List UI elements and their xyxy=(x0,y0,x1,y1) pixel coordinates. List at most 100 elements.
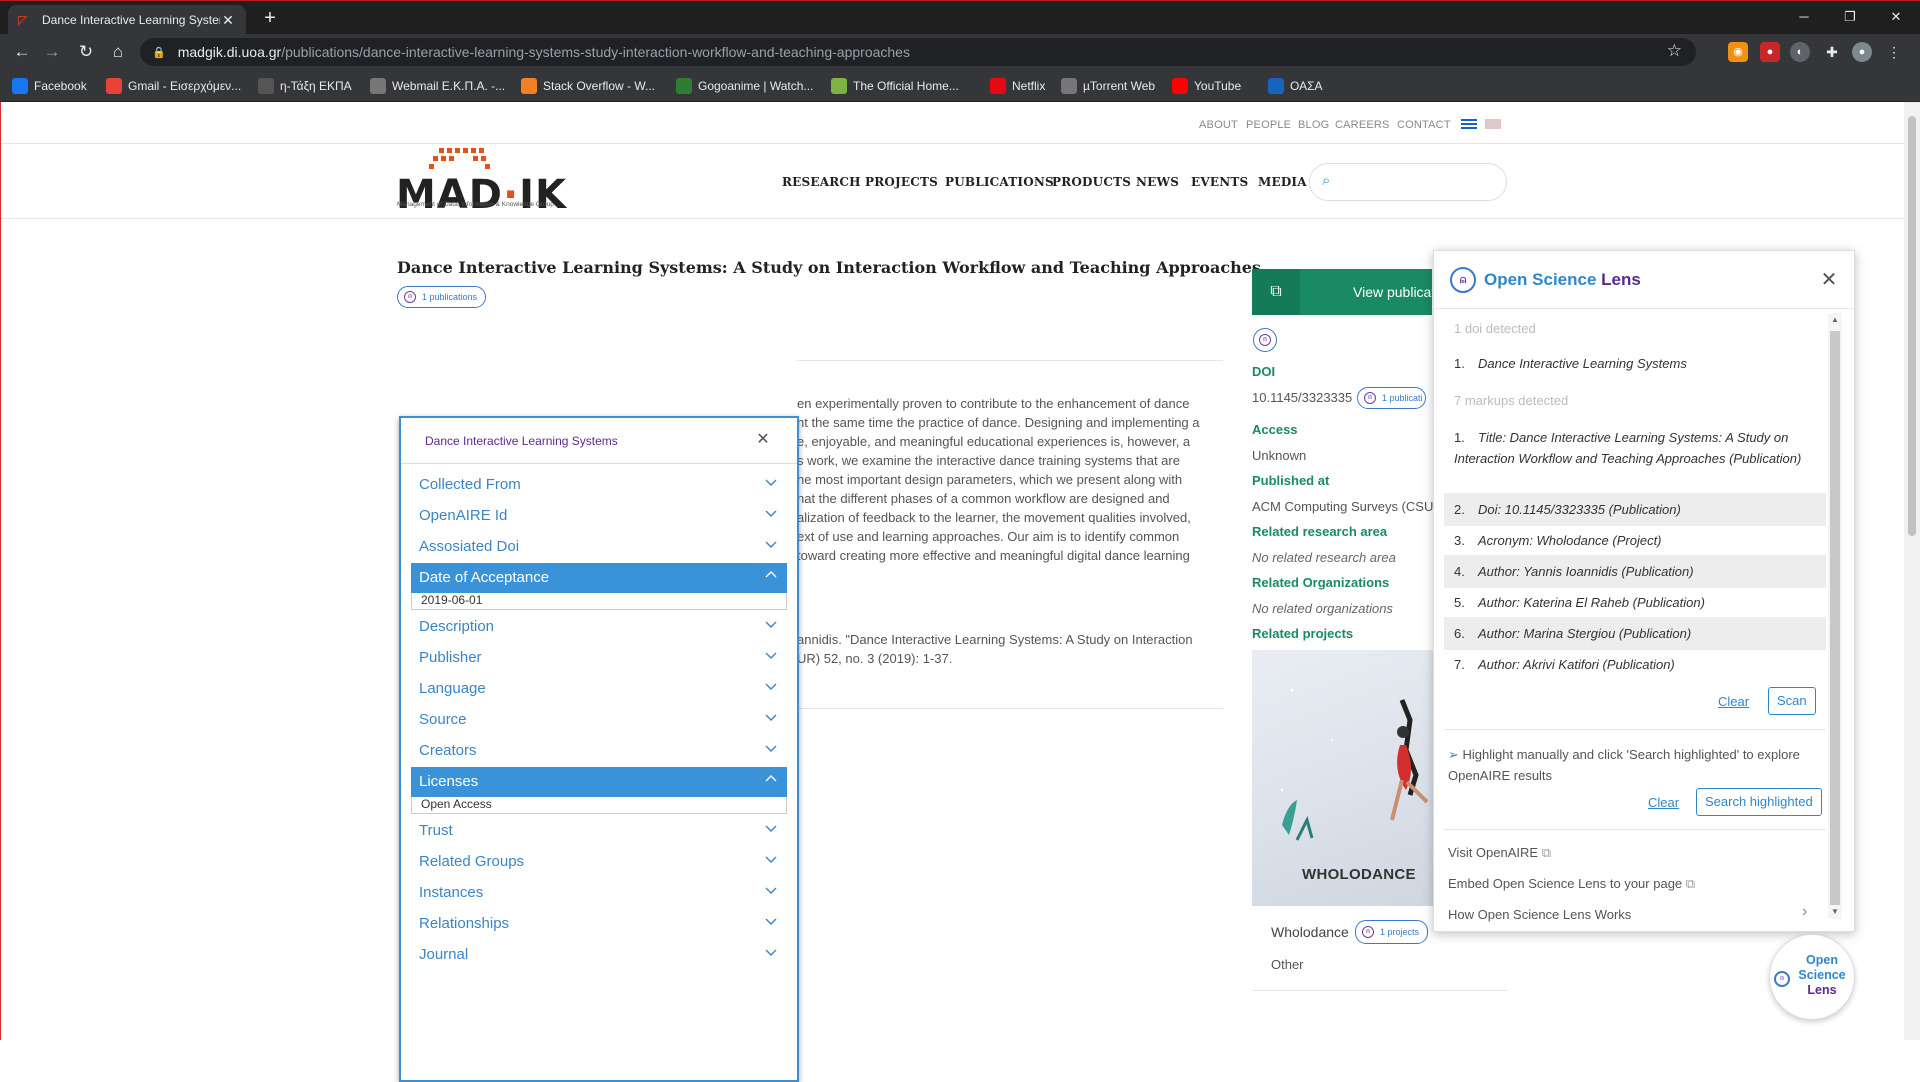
markup-item[interactable]: 2. Doi: 10.1145/3323335 (Publication) xyxy=(1444,493,1826,526)
bookmark-1[interactable]: Gmail - Εισερχόμεν... xyxy=(106,77,241,95)
visit-openaire-link[interactable]: Visit OpenAIRE ⧉ xyxy=(1448,845,1551,861)
markup-item[interactable]: 5. Author: Katerina El Raheb (Publication… xyxy=(1444,586,1826,619)
accordion-language[interactable]: Language xyxy=(411,674,787,704)
accordion-journal[interactable]: Journal xyxy=(411,940,787,970)
bookmark-5[interactable]: Gogoanime | Watch... xyxy=(676,77,813,95)
accordion-relationships[interactable]: Relationships xyxy=(411,909,787,939)
close-tab-icon[interactable]: ✕ xyxy=(220,12,236,29)
markup-item[interactable]: 6. Author: Marina Stergiou (Publication) xyxy=(1444,617,1826,650)
osl-brand: Open Science Lens xyxy=(1484,270,1641,290)
logo-dot xyxy=(455,148,460,153)
bookmark-4[interactable]: Stack Overflow - W... xyxy=(521,77,655,95)
view-publication-button[interactable]: ⧉ View publicat xyxy=(1252,269,1435,315)
back-icon[interactable]: ← xyxy=(10,40,34,64)
bookmark-2[interactable]: η-Τάξη ΕΚΠΑ xyxy=(258,77,352,95)
accordion-licenses[interactable]: Licenses xyxy=(411,767,787,797)
accordion-publisher[interactable]: Publisher xyxy=(411,643,787,673)
project-image[interactable]: WHOLODANCE xyxy=(1252,650,1436,906)
home-icon[interactable]: ⌂ xyxy=(106,40,130,64)
accordion-openaire-id[interactable]: OpenAIRE Id xyxy=(411,501,787,531)
greek-flag-icon[interactable] xyxy=(1461,119,1477,129)
publications-badge[interactable]: ⍝ 1 publications xyxy=(397,286,487,308)
project-name[interactable]: Wholodance xyxy=(1271,924,1349,940)
accordion-creators[interactable]: Creators xyxy=(411,736,787,766)
site-logo[interactable]: MAD·IK xyxy=(396,172,567,218)
close-icon[interactable]: ✕ xyxy=(751,428,775,452)
address-bar[interactable]: 🔒 madgik.di.uoa.gr/publications/dance-in… xyxy=(140,38,1696,66)
menu-icon[interactable]: ⋮ xyxy=(1884,42,1904,62)
accordion-related-groups[interactable]: Related Groups xyxy=(411,847,787,877)
nav-publications[interactable]: PUBLICATIONS xyxy=(945,175,1054,189)
accordion-date-of-acceptance[interactable]: Date of Acceptance xyxy=(411,563,787,593)
accordion-description[interactable]: Description xyxy=(411,612,787,642)
forward-icon[interactable]: → xyxy=(40,40,64,64)
close-window-icon[interactable]: ✕ xyxy=(1876,5,1916,29)
accordion-collected-from[interactable]: Collected From xyxy=(411,470,787,500)
extension-badge-icon[interactable]: ● xyxy=(1760,42,1780,62)
osl-scrollbar[interactable]: ▲ ▼ xyxy=(1828,313,1842,919)
accordion-assosiated-doi[interactable]: Assosiated Doi xyxy=(411,532,787,562)
scroll-thumb[interactable] xyxy=(1830,331,1840,905)
bookmark-3[interactable]: Webmail Ε.Κ.Π.Α. -... xyxy=(370,77,505,95)
open-science-lens-fab[interactable]: ⍝ Open Science Lens xyxy=(1769,934,1855,1020)
clear-button[interactable]: Clear xyxy=(1718,694,1749,709)
uk-flag-icon[interactable] xyxy=(1485,119,1501,129)
accordion-label: OpenAIRE Id xyxy=(419,507,508,524)
lens-icon: ⍝ xyxy=(1362,926,1374,938)
doi-publications-badge[interactable]: ⍝ 1 publicati xyxy=(1357,387,1426,409)
toplink-contact[interactable]: CONTACT xyxy=(1397,119,1451,131)
minimize-icon[interactable]: ─ xyxy=(1784,5,1824,29)
nav-research[interactable]: RESEARCH xyxy=(782,175,861,189)
markup-item[interactable]: 7. Author: Akrivi Katifori (Publication) xyxy=(1444,648,1826,681)
scroll-thumb[interactable] xyxy=(1908,116,1916,536)
accordion-trust[interactable]: Trust xyxy=(411,816,787,846)
bookmark-0[interactable]: Facebook xyxy=(12,77,87,95)
close-icon[interactable]: ✕ xyxy=(1818,269,1840,291)
nav-projects[interactable]: PROJECTS xyxy=(865,175,938,189)
toplink-blog[interactable]: BLOG xyxy=(1298,119,1329,131)
doi-item[interactable]: 1. Dance Interactive Learning Systems xyxy=(1444,347,1826,380)
markup-item[interactable]: 3. Acronym: Wholodance (Project) xyxy=(1444,524,1826,557)
projects-badge[interactable]: ⍝ 1 projects xyxy=(1355,920,1429,944)
toplink-people[interactable]: PEOPLE xyxy=(1246,119,1291,131)
extension-icon[interactable]: ◐ xyxy=(1790,42,1810,62)
scroll-up-icon[interactable]: ▲ xyxy=(1828,313,1842,327)
search-highlighted-button[interactable]: Search highlighted xyxy=(1696,788,1822,816)
bookmark-8[interactable]: µTorrent Web xyxy=(1061,77,1155,95)
nav-media[interactable]: MEDIA xyxy=(1258,175,1307,189)
scroll-down-icon[interactable]: ▼ xyxy=(1828,905,1842,919)
accordion-instances[interactable]: Instances xyxy=(411,878,787,908)
nav-events[interactable]: EVENTS xyxy=(1191,175,1248,189)
puzzle-icon[interactable]: ✚ xyxy=(1822,42,1842,62)
chevron-down-icon xyxy=(765,856,777,863)
accordion-source[interactable]: Source xyxy=(411,705,787,735)
bookmark-9[interactable]: YouTube xyxy=(1172,77,1241,95)
toplink-about[interactable]: ABOUT xyxy=(1199,119,1238,131)
chevron-down-icon xyxy=(765,652,777,659)
nav-products[interactable]: PRODUCTS xyxy=(1052,175,1131,189)
embed-link[interactable]: Embed Open Science Lens to your page ⧉ xyxy=(1448,876,1695,892)
browser-tab[interactable]: ◸ Dance Interactive Learning Systen ✕ xyxy=(8,5,246,35)
site-search-input[interactable]: ⌕ xyxy=(1309,163,1507,201)
page-scrollbar[interactable] xyxy=(1904,102,1920,1040)
reload-icon[interactable]: ↻ xyxy=(74,40,98,64)
clear-highlighted-button[interactable]: Clear xyxy=(1648,795,1679,810)
bookmark-7[interactable]: Netflix xyxy=(990,77,1045,95)
markup-item[interactable]: 1. Title: Dance Interactive Learning Syst… xyxy=(1444,421,1826,475)
profile-avatar[interactable]: ● xyxy=(1852,42,1872,62)
new-tab-button[interactable]: + xyxy=(258,7,282,31)
research-area-value: No related research area xyxy=(1252,550,1396,565)
chevron-down-icon xyxy=(765,887,777,894)
bookmark-6[interactable]: The Official Home... xyxy=(831,77,959,95)
scan-button[interactable]: Scan xyxy=(1768,687,1816,715)
rss-icon[interactable]: ◉ xyxy=(1728,42,1748,62)
lens-marker-icon[interactable]: ⍝ xyxy=(1253,328,1277,352)
nav-news[interactable]: NEWS xyxy=(1136,175,1179,189)
bookmark-10[interactable]: ΟΑΣΑ xyxy=(1268,77,1323,95)
restore-icon[interactable]: ❐ xyxy=(1830,5,1870,29)
toplink-careers[interactable]: CAREERS xyxy=(1335,119,1390,131)
markup-item[interactable]: 4. Author: Yannis Ioannidis (Publication) xyxy=(1444,555,1826,588)
chevron-right-icon[interactable]: › xyxy=(1802,903,1807,921)
how-it-works-link[interactable]: How Open Science Lens Works xyxy=(1448,907,1631,922)
bookmark-star-icon[interactable]: ☆ xyxy=(1667,41,1682,61)
